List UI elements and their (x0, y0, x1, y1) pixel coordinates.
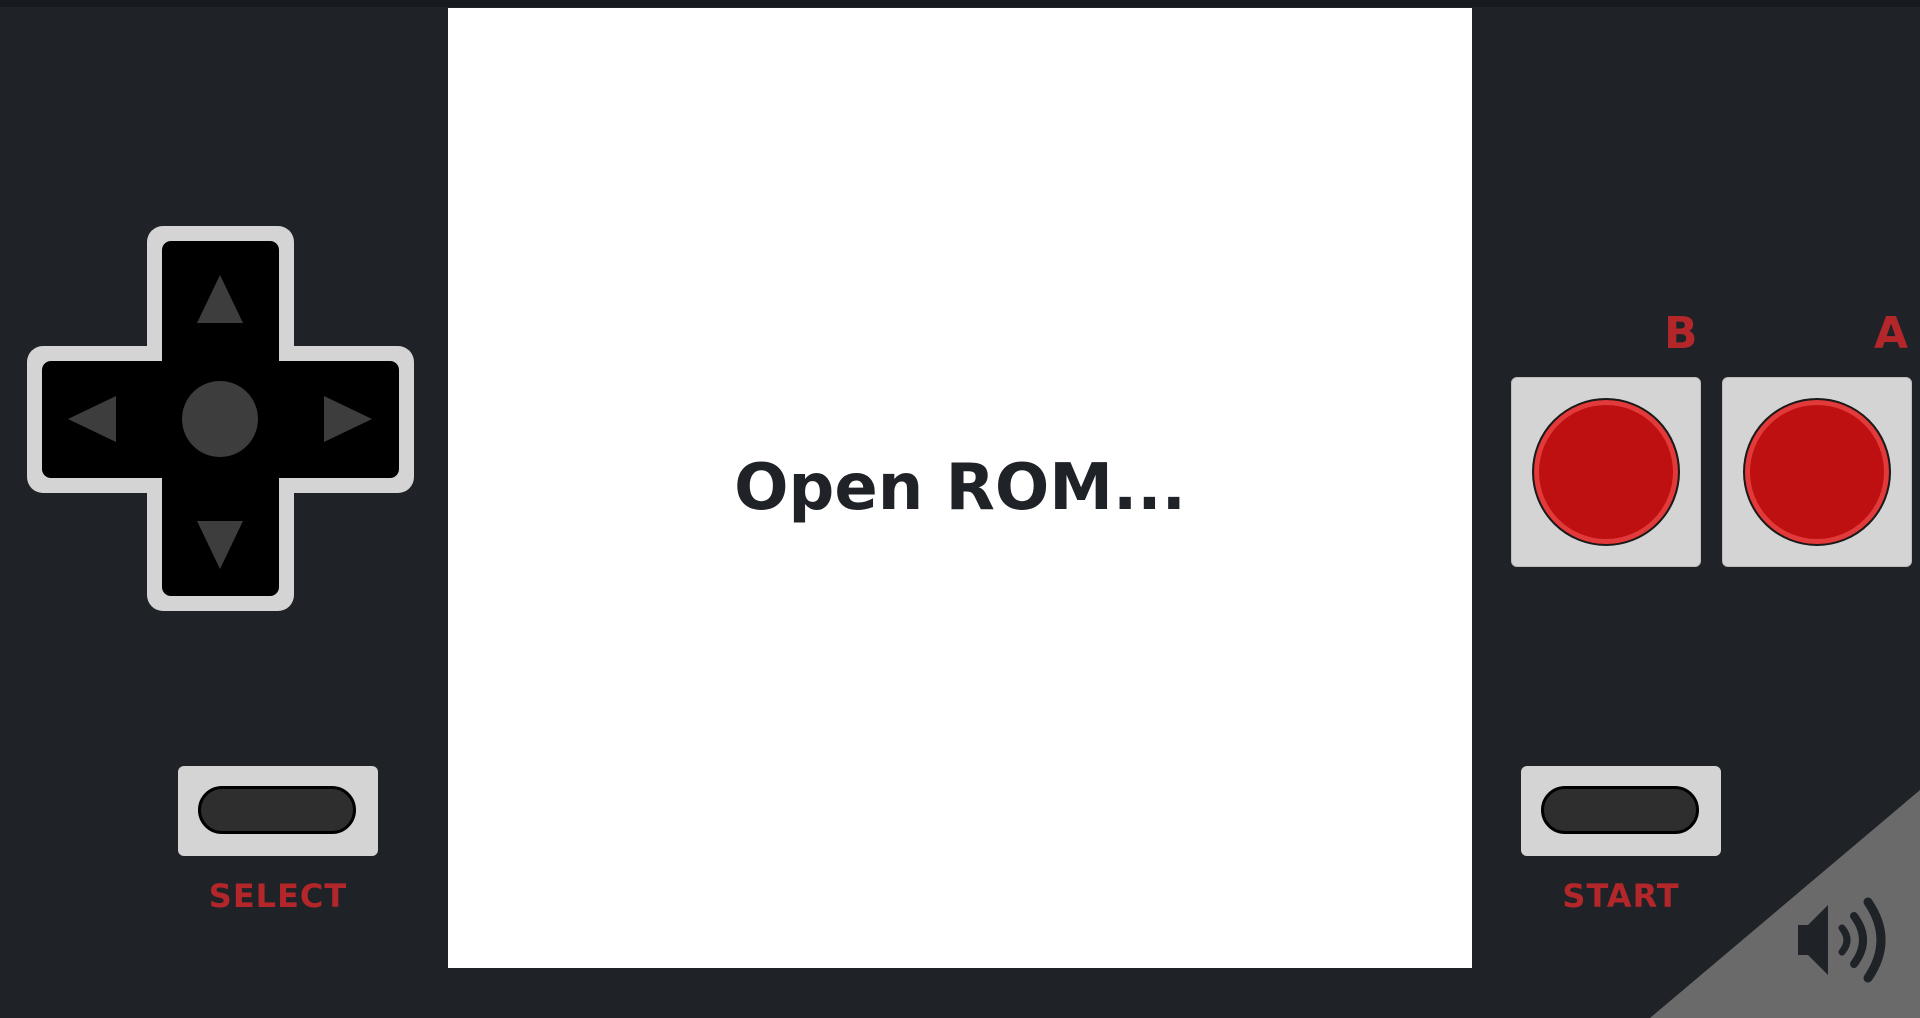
top-border (0, 0, 1920, 7)
b-button[interactable] (1511, 377, 1701, 567)
a-button-face[interactable] (1743, 398, 1891, 546)
select-label: SELECT (208, 877, 348, 915)
triangle-right-icon[interactable] (324, 396, 372, 442)
select-button[interactable] (178, 766, 378, 856)
triangle-down-icon[interactable] (197, 521, 243, 569)
triangle-up-icon[interactable] (197, 275, 243, 323)
a-button[interactable] (1722, 377, 1912, 567)
dpad-center (182, 381, 258, 457)
emulator-app: Open ROM... B A SELECT START (0, 0, 1920, 1018)
sound-toggle[interactable] (1650, 790, 1920, 1018)
b-button-label: B (1664, 308, 1698, 359)
a-button-label: A (1874, 308, 1909, 359)
game-screen[interactable]: Open ROM... (448, 8, 1472, 968)
select-button-pill[interactable] (198, 786, 356, 834)
sound-corner-graphic (1650, 790, 1920, 1018)
open-rom-prompt[interactable]: Open ROM... (448, 448, 1472, 528)
b-button-face[interactable] (1532, 398, 1680, 546)
triangle-left-icon[interactable] (68, 396, 116, 442)
